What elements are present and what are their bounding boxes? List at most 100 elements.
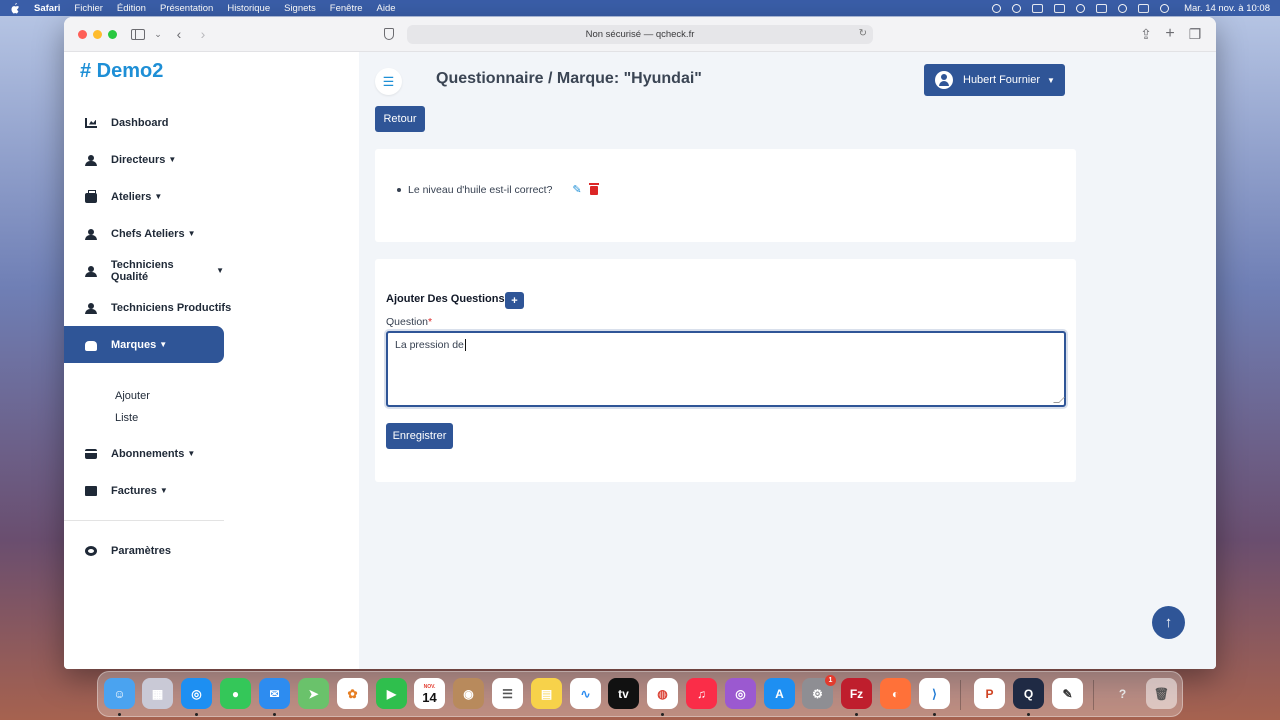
finder-icon[interactable]: ☺ — [104, 678, 135, 709]
nav-dashboard[interactable]: Dashboard — [64, 104, 224, 141]
vscode-icon[interactable]: ⟩ — [919, 678, 950, 709]
record-icon[interactable] — [992, 3, 1002, 13]
menu-presentation[interactable]: Présentation — [160, 3, 213, 14]
scroll-to-top-button[interactable]: ↑ — [1152, 606, 1185, 639]
sidebar-toggle-icon[interactable] — [131, 29, 145, 40]
chevron-down-icon[interactable]: ⌄ — [151, 27, 165, 41]
nav-directeurs[interactable]: Directeurs ▼ — [64, 141, 224, 178]
question-text: Le niveau d'huile est-il correct? — [408, 183, 553, 196]
car-icon — [85, 340, 97, 351]
brand-logo[interactable]: # Demo2 — [80, 60, 163, 83]
menu-fichier[interactable]: Fichier — [74, 3, 103, 14]
wifi-icon[interactable] — [1118, 3, 1128, 13]
new-tab-icon[interactable]: + — [1163, 26, 1177, 42]
bluetooth-icon[interactable] — [1032, 3, 1044, 13]
menu-fenetre[interactable]: Fenêtre — [330, 3, 363, 14]
menubar-clock[interactable]: Mar. 14 nov. à 10:08 — [1184, 3, 1270, 14]
minimize-window-button[interactable] — [93, 30, 102, 39]
nav-marques[interactable]: Marques ▼ — [64, 326, 224, 363]
tab-overview-icon[interactable]: ❐ — [1188, 27, 1202, 41]
menu-historique[interactable]: Historique — [227, 3, 270, 14]
menu-app-name[interactable]: Safari — [34, 3, 60, 14]
menu-signets[interactable]: Signets — [284, 3, 316, 14]
apple-logo-icon[interactable] — [10, 2, 20, 14]
back-button[interactable]: Retour — [375, 106, 425, 132]
add-question-button[interactable]: + — [505, 292, 524, 309]
safari-icon[interactable]: ◎ — [181, 678, 212, 709]
maps-icon[interactable]: ➤ — [298, 678, 329, 709]
question-textarea[interactable]: La pression de — [386, 331, 1066, 407]
photos-icon[interactable]: ✿ — [337, 678, 368, 709]
textedit-icon[interactable]: ✎ — [1052, 678, 1083, 709]
podcasts-icon[interactable]: ◎ — [725, 678, 756, 709]
chevron-down-icon: ▼ — [1047, 75, 1055, 85]
nav-techniciens-qualite[interactable]: Techniciens Qualité ▼ — [64, 252, 224, 289]
back-arrow-icon[interactable]: ‹ — [172, 27, 186, 41]
save-button[interactable]: Enregistrer — [386, 423, 453, 449]
mail-icon[interactable]: ✉ — [259, 678, 290, 709]
window-controls — [78, 30, 117, 39]
subnav-ajouter[interactable]: Ajouter — [115, 390, 150, 402]
battery-icon[interactable] — [1096, 3, 1108, 13]
apple-tv-icon[interactable]: tv — [608, 678, 639, 709]
user-menu-button[interactable]: Hubert Fournier ▼ — [924, 64, 1065, 96]
nav-label: Techniciens Qualité — [110, 258, 174, 283]
subnav-liste[interactable]: Liste — [115, 412, 138, 424]
text-cursor — [464, 339, 466, 352]
notes-icon[interactable]: ▤ — [531, 678, 562, 709]
menu-edition[interactable]: Édition — [117, 3, 146, 14]
messages-icon[interactable]: ● — [220, 678, 251, 709]
nav-label: Dashboard — [111, 116, 169, 129]
nav-abonnements[interactable]: Abonnements ▼ — [64, 435, 224, 472]
flag-icon[interactable] — [1160, 3, 1170, 13]
running-indicator — [1027, 713, 1030, 716]
briefcase-icon — [85, 189, 97, 203]
music-icon[interactable]: ♫ — [686, 678, 717, 709]
nav-chefs-ateliers[interactable]: Chefs Ateliers ▼ — [64, 215, 224, 252]
forward-arrow-icon[interactable]: › — [196, 27, 210, 41]
reminders-icon[interactable]: ☰ — [492, 678, 523, 709]
nav-label: Abonnements — [111, 447, 185, 460]
calendar-icon[interactable]: NOV. 14 — [414, 678, 445, 709]
nav-techniciens-productifs[interactable]: Techniciens Productifs — [64, 289, 234, 326]
user-switch-icon[interactable] — [1076, 3, 1086, 13]
close-window-button[interactable] — [78, 30, 87, 39]
nav-ateliers[interactable]: Ateliers ▼ — [64, 178, 224, 215]
freeform-icon[interactable]: ∿ — [570, 678, 601, 709]
system-settings-icon[interactable]: ⚙ 1 — [802, 675, 836, 709]
powerpoint-icon[interactable]: P — [974, 678, 1005, 709]
privacy-shield-icon[interactable] — [384, 28, 394, 40]
launchpad-icon[interactable]: ▦ — [142, 678, 173, 709]
running-indicator — [855, 713, 858, 716]
control-center-icon[interactable] — [1138, 3, 1150, 13]
nav-parametres[interactable]: Paramètres — [64, 532, 224, 569]
address-bar[interactable]: Non sécurisé — qcheck.fr ↻ — [407, 25, 873, 44]
reload-icon[interactable]: ↻ — [859, 28, 867, 39]
firefox-icon[interactable]: ◐ — [880, 678, 911, 709]
user-name: Hubert Fournier — [963, 74, 1041, 86]
questions-list-card: Le niveau d'huile est-il correct? ✎ — [375, 149, 1076, 242]
menu-aide[interactable]: Aide — [377, 3, 396, 14]
display-icon[interactable] — [1054, 3, 1066, 13]
chrome-icon[interactable]: ◍ — [647, 678, 678, 709]
filezilla-icon[interactable]: Fz — [841, 678, 872, 709]
trash-icon[interactable]: 🗑 — [1146, 678, 1177, 709]
edit-pencil-icon[interactable]: ✎ — [572, 183, 581, 196]
delete-trash-icon[interactable] — [588, 183, 599, 195]
share-icon[interactable]: ⇪ — [1139, 27, 1153, 41]
running-indicator — [661, 713, 664, 716]
avatar-icon — [935, 71, 953, 89]
help-icon[interactable]: ? — [1107, 678, 1138, 709]
list-item: Le niveau d'huile est-il correct? ✎ — [397, 183, 599, 196]
quicktime-icon[interactable]: Q — [1013, 678, 1044, 709]
page-title: Questionnaire / Marque: "Hyundai" — [436, 70, 702, 87]
contacts-icon[interactable]: ◉ — [453, 678, 484, 709]
nav-factures[interactable]: Factures ▼ — [64, 472, 224, 509]
facetime-icon[interactable]: ▶ — [376, 678, 407, 709]
menu-toggle-button[interactable]: ☰ — [375, 68, 402, 95]
zoom-window-button[interactable] — [108, 30, 117, 39]
resize-handle-icon[interactable] — [1053, 397, 1065, 403]
app-store-icon[interactable]: A — [764, 678, 795, 709]
macos-dock: ☺ ▦ ◎ ● ✉ ➤ ✿ ▶ NOV. 14 ◉ ☰ ▤ ∿ tv ◍ ♫ ◎… — [97, 671, 1183, 717]
cloud-icon[interactable] — [1012, 3, 1022, 13]
